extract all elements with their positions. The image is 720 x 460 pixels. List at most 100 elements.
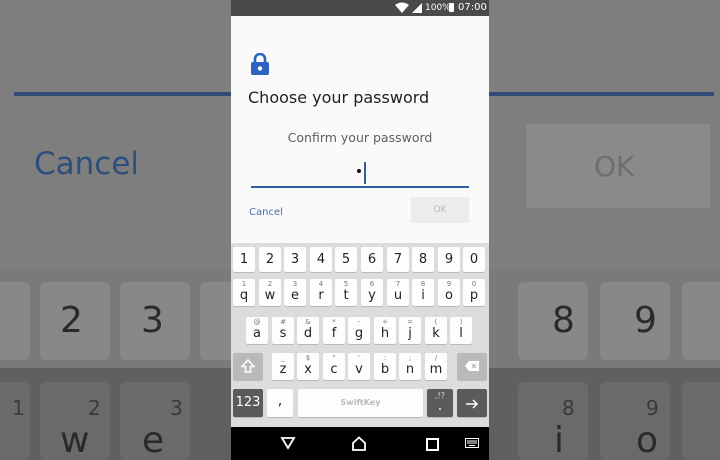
key-k[interactable]: (k	[425, 317, 447, 344]
key-7[interactable]: 7	[387, 247, 409, 272]
bg-key-label: 3	[141, 300, 164, 341]
key-r[interactable]: 4r	[310, 279, 332, 306]
bg-key	[0, 382, 30, 460]
bg-key-alt: 3	[170, 396, 183, 420]
keyboard: 1 2 3 4 5 6 7 8 9 0 1q 2w 3e 4r 5t 6y 7u…	[231, 243, 489, 427]
signal-icon	[412, 3, 422, 13]
keyboard-switch-icon[interactable]	[465, 438, 479, 448]
bg-cancel-text: Cancel	[34, 146, 140, 182]
bg-key-label: 2	[60, 300, 83, 341]
key-5[interactable]: 5	[335, 247, 357, 272]
bg-key-alt: 9	[646, 396, 659, 420]
key-1[interactable]: 1	[233, 247, 255, 272]
key-0[interactable]: 0	[463, 247, 485, 272]
text-cursor	[364, 162, 366, 184]
password-dialog: Choose your password Confirm your passwo…	[231, 16, 489, 243]
key-label: z	[279, 362, 287, 377]
key-3[interactable]: 3	[284, 247, 306, 272]
key-label: i	[421, 288, 425, 303]
key-f[interactable]: * f	[323, 317, 345, 344]
key-alt-label: @	[253, 318, 261, 326]
key-label: w	[264, 288, 276, 303]
key-b[interactable]: :b	[374, 353, 396, 380]
key-label: u	[393, 288, 403, 303]
bg-key	[682, 282, 720, 360]
key-alt-label: +	[382, 318, 388, 326]
key-2[interactable]: 2	[259, 247, 281, 272]
cancel-button[interactable]: Cancel	[249, 202, 289, 224]
battery-icon	[449, 3, 454, 12]
key-8[interactable]: 8	[412, 247, 434, 272]
key-e[interactable]: 3e	[284, 279, 306, 306]
key-d[interactable]: & d	[297, 317, 319, 344]
key-label: q	[239, 288, 249, 303]
key-alt-label: &	[305, 318, 311, 326]
password-input[interactable]	[251, 162, 469, 188]
key-s[interactable]: # s	[272, 317, 294, 344]
key-alt-label: =	[407, 318, 413, 326]
key-label: d	[303, 326, 313, 341]
recent-apps-icon[interactable]	[426, 438, 439, 451]
bg-key-label: 8	[552, 300, 575, 341]
key-o[interactable]: 9o	[438, 279, 460, 306]
key-label: n	[405, 362, 415, 377]
key-9[interactable]: 9	[438, 247, 460, 272]
key-label: r	[318, 288, 324, 303]
key-z[interactable]: _ z	[272, 353, 294, 380]
bg-key-label: e	[142, 420, 165, 460]
key-q[interactable]: 1q	[233, 279, 255, 306]
bg-key-alt: 8	[562, 396, 575, 420]
shift-key[interactable]	[233, 353, 263, 380]
key-label: c	[330, 362, 338, 377]
comma-key[interactable]: ,	[267, 389, 293, 417]
key-alt-label: ;	[408, 354, 412, 362]
key-v[interactable]: ' v	[348, 353, 370, 380]
home-icon[interactable]	[351, 436, 367, 451]
key-alt-label: (	[434, 318, 438, 326]
key-alt-label: _	[281, 354, 285, 362]
key-h[interactable]: + h	[374, 317, 396, 344]
key-alt-label: 8	[420, 280, 426, 288]
key-l[interactable]: ) l	[450, 317, 472, 344]
key-g[interactable]: -g	[348, 317, 370, 344]
bg-key-label: 9	[634, 300, 657, 341]
key-label: .	[437, 398, 443, 414]
lock-icon	[251, 53, 269, 75]
key-alt-label: 1	[241, 280, 247, 288]
key-label: g	[354, 326, 364, 341]
bg-key	[600, 382, 670, 460]
key-label: m	[429, 362, 443, 377]
key-i[interactable]: 8i	[412, 279, 434, 306]
key-p[interactable]: 0p	[463, 279, 485, 306]
key-label: k	[432, 326, 440, 341]
key-u[interactable]: 7u	[387, 279, 409, 306]
ok-button[interactable]: OK	[411, 197, 469, 223]
key-a[interactable]: @ a	[246, 317, 268, 344]
key-j[interactable]: = j	[399, 317, 421, 344]
key-alt-label: 9	[446, 280, 452, 288]
key-label: o	[445, 288, 453, 303]
back-icon[interactable]	[280, 436, 296, 450]
key-m[interactable]: / m	[425, 353, 447, 380]
key-label: p	[469, 288, 479, 303]
key-label: s	[279, 326, 287, 341]
key-c[interactable]: " c	[323, 353, 345, 380]
key-alt-label: -	[357, 318, 361, 326]
key-y[interactable]: 6y	[361, 279, 383, 306]
key-w[interactable]: 2w	[259, 279, 281, 306]
navigation-bar	[231, 427, 489, 460]
key-label: b	[380, 362, 390, 377]
key-6[interactable]: 6	[361, 247, 383, 272]
key-alt-label: 2	[267, 280, 273, 288]
key-alt-label: #	[280, 318, 286, 326]
key-alt-label: 0	[471, 280, 477, 288]
space-key[interactable]: SwiftKey	[298, 389, 423, 417]
key-4[interactable]: 4	[310, 247, 332, 272]
key-t[interactable]: 5t	[335, 279, 357, 306]
backspace-key[interactable]	[457, 353, 487, 380]
enter-key[interactable]	[457, 389, 487, 417]
period-key[interactable]: ,!? .	[427, 389, 453, 417]
key-x[interactable]: $ x	[297, 353, 319, 380]
symbols-key[interactable]: 123	[233, 389, 263, 417]
key-n[interactable]: ; n	[399, 353, 421, 380]
